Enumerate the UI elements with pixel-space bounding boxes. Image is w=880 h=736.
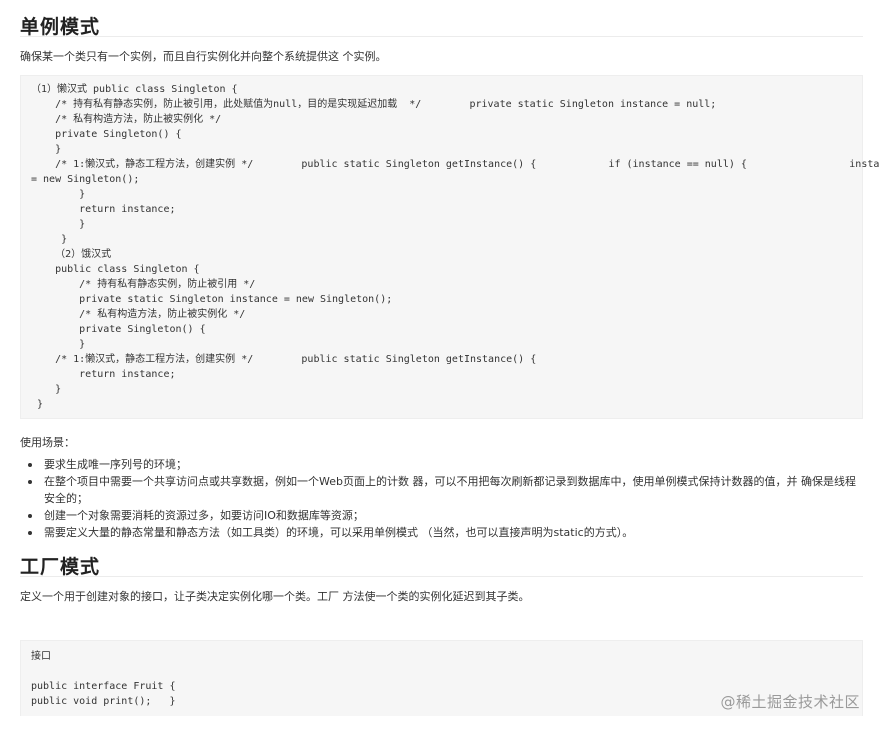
code-line: /* 持有私有静态实例，防止被引用 */ [31, 279, 256, 290]
singleton-heading: 单例模式 [20, 16, 101, 38]
code-line: （1）懒汉式 public class Singleton { [31, 84, 238, 95]
bottom-fade [0, 716, 880, 736]
code-line: /* 1:懒汉式，静态工程方法，创建实例 */ public static Si… [31, 354, 537, 365]
usage-list: 要求生成唯一序列号的环境； 在整个项目中需要一个共享访问点或共享数据，例如一个W… [20, 456, 860, 541]
watermark: @稀土掘金技术社区 [720, 693, 860, 711]
code-line: /* 持有私有静态实例，防止被引用，此处赋值为null，目的是实现延迟加载 */… [31, 99, 717, 110]
code-line: 接口 [31, 651, 51, 662]
list-item: 需要定义大量的静态常量和静态方法（如工具类）的环境，可以采用单例模式 （当然，也… [20, 524, 860, 541]
heading-rule [20, 576, 863, 577]
code-line: } [31, 339, 86, 350]
code-line: private static Singleton instance = new … [31, 294, 393, 305]
code-line: public class Singleton { [31, 264, 200, 275]
code-line: /* 1:懒汉式，静态工程方法，创建实例 */ public static Si… [31, 159, 880, 170]
factory-heading: 工厂模式 [20, 556, 101, 578]
code-line: } [31, 234, 68, 245]
code-line: return instance; [31, 369, 176, 380]
code-line: /* 私有构造方法，防止被实例化 */ [31, 114, 222, 125]
article-page: 单例模式 确保某一个类只有一个实例，而且自行实例化并向整个系统提供这 个实例。 … [0, 0, 880, 736]
code-line: private Singleton() { [31, 324, 206, 335]
usage-heading: 使用场景： [20, 436, 75, 449]
code-line: } [31, 384, 62, 395]
singleton-intro: 确保某一个类只有一个实例，而且自行实例化并向整个系统提供这 个实例。 [20, 50, 387, 63]
heading-rule [20, 36, 863, 37]
list-item: 要求生成唯一序列号的环境； [20, 456, 860, 473]
code-line: return instance; [31, 204, 176, 215]
code-line: = new Singleton(); [31, 174, 140, 185]
code-line: public interface Fruit { [31, 681, 176, 692]
code-line: } [31, 189, 86, 200]
code-line: public void print(); } [31, 696, 176, 707]
code-line: private Singleton() { [31, 129, 182, 140]
singleton-code-block: （1）懒汉式 public class Singleton { /* 持有私有静… [20, 75, 880, 419]
code-line: } [31, 219, 86, 230]
code-line: /* 私有构造方法，防止被实例化 */ [31, 309, 246, 320]
factory-intro: 定义一个用于创建对象的接口，让子类决定实例化哪一个类。工厂 方法使一个类的实例化… [20, 590, 530, 603]
code-line: （2）饿汉式 [31, 249, 112, 260]
code-line: } [31, 144, 62, 155]
list-item: 在整个项目中需要一个共享访问点或共享数据，例如一个Web页面上的计数 器，可以不… [20, 473, 860, 507]
code-line: } [31, 399, 44, 410]
list-item: 创建一个对象需要消耗的资源过多，如要访问IO和数据库等资源； [20, 507, 860, 524]
